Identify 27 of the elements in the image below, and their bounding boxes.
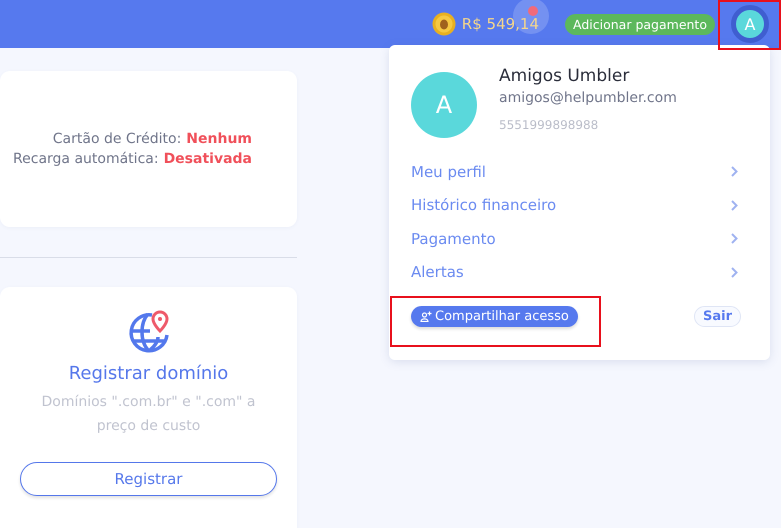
chevron-icon — [731, 166, 738, 178]
card-title: Registrar domínio — [68, 363, 228, 384]
billing-label: Recarga automática: — [13, 151, 159, 167]
menu-item[interactable]: Meu perfil — [411, 155, 748, 188]
add-payment-button[interactable]: Adicionar pagamento — [565, 14, 715, 34]
avatar: A — [411, 72, 477, 138]
menu-item[interactable]: Alertas — [411, 256, 748, 289]
chevron-icon — [731, 266, 738, 278]
balance-amount: R$ 549,14 — [462, 15, 540, 33]
card-description: Domínios ".com.br" e ".com" a preço de custo — [40, 393, 257, 436]
highlight-frame — [718, 0, 781, 50]
user-name: Amigos Umbler — [499, 66, 630, 86]
logout-button[interactable]: Sair — [694, 306, 741, 327]
share-access-button[interactable]: Compartilhar acesso — [411, 306, 578, 327]
billing-label: Cartão de Crédito: — [52, 131, 182, 147]
avatar-button[interactable]: A — [731, 5, 769, 43]
add-user-icon — [420, 311, 432, 322]
coin-icon — [432, 12, 456, 36]
register-button[interactable]: Registrar — [20, 462, 277, 496]
billing-value: Nenhum — [186, 131, 252, 147]
menu-item[interactable]: Histórico financeiro — [411, 188, 748, 222]
user-email: amigos@helpumbler.com — [499, 90, 677, 106]
chevron-icon — [731, 233, 738, 244]
chevron-icon — [731, 200, 738, 211]
billing-value: Desativada — [164, 151, 252, 167]
user-phone: 5551999898988 — [499, 118, 600, 132]
menu-item[interactable]: Pagamento — [411, 222, 748, 256]
